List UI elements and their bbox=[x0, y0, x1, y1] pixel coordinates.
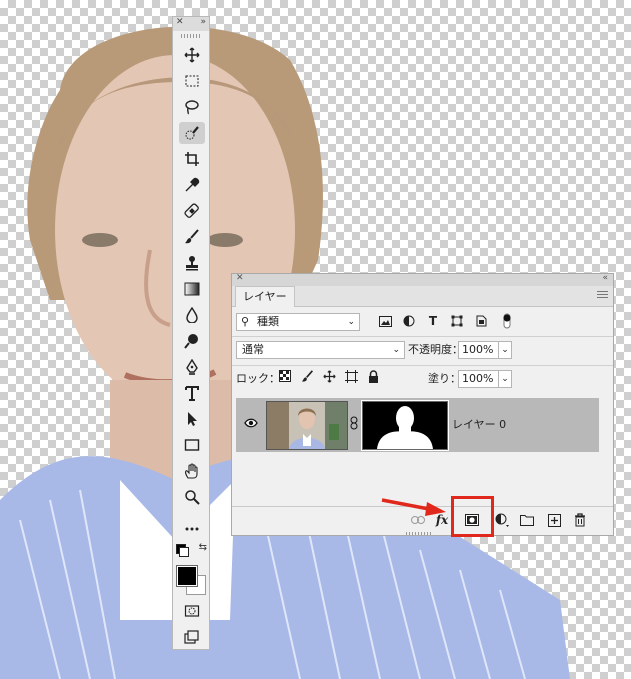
opacity-input[interactable]: 100% bbox=[458, 341, 500, 359]
close-icon[interactable]: ✕ bbox=[236, 273, 244, 283]
filter-row: ⚲ 種類 ⌄ T bbox=[232, 308, 613, 337]
filter-type-icon[interactable]: T bbox=[426, 314, 440, 328]
eyedropper-icon bbox=[185, 177, 200, 192]
clone-stamp-tool[interactable] bbox=[173, 250, 211, 276]
opacity-label: 不透明度： bbox=[408, 343, 463, 356]
filter-shape-icon[interactable] bbox=[450, 314, 464, 328]
new-layer-icon[interactable] bbox=[546, 512, 562, 528]
type-tool[interactable] bbox=[173, 380, 211, 406]
new-group-icon[interactable] bbox=[519, 512, 535, 528]
quick-mask-button[interactable] bbox=[173, 598, 211, 624]
quick-selection-tool[interactable] bbox=[173, 120, 211, 146]
gradient-tool[interactable] bbox=[173, 276, 211, 302]
hand-icon bbox=[185, 463, 198, 479]
adjustment-layer-icon[interactable] bbox=[494, 512, 510, 528]
filter-adjustment-icon[interactable] bbox=[402, 314, 416, 328]
layers-panel: ✕ « レイヤー ⚲ 種類 ⌄ T 通常 ⌄ 不透明度： 100% ⌄ ロック：… bbox=[231, 273, 614, 536]
panel-menu-icon[interactable] bbox=[597, 291, 608, 300]
layers-panel-header: ✕ « bbox=[232, 273, 613, 286]
chevron-down-icon: ⌄ bbox=[347, 317, 355, 327]
clone-stamp-icon bbox=[186, 256, 198, 271]
move-tool[interactable] bbox=[173, 42, 211, 68]
blend-row: 通常 ⌄ 不透明度： 100% ⌄ bbox=[232, 337, 613, 366]
lock-artboard-icon[interactable] bbox=[344, 369, 358, 383]
brush-tool[interactable] bbox=[173, 224, 211, 250]
blend-mode-select[interactable]: 通常 ⌄ bbox=[236, 341, 405, 359]
healing-brush-tool[interactable] bbox=[173, 198, 211, 224]
delete-layer-icon[interactable] bbox=[572, 512, 588, 528]
search-icon: ⚲ bbox=[241, 315, 250, 328]
path-selection-tool[interactable] bbox=[173, 406, 211, 432]
more-tools-icon bbox=[185, 527, 199, 531]
chevron-down-icon: ⌄ bbox=[392, 345, 400, 355]
fill-label: 塗り： bbox=[428, 372, 461, 385]
layer-mask-thumbnail[interactable] bbox=[361, 400, 449, 451]
eyedropper-tool[interactable] bbox=[173, 172, 211, 198]
zoom-icon bbox=[185, 490, 200, 505]
expand-icon[interactable]: » bbox=[200, 17, 206, 27]
tools-panel: ✕ » ⇆ bbox=[172, 16, 210, 650]
gradient-icon bbox=[184, 282, 200, 296]
lock-all-icon[interactable] bbox=[366, 369, 380, 383]
screen-mode-button[interactable] bbox=[173, 624, 211, 650]
fill-input[interactable]: 100% bbox=[458, 370, 500, 388]
move-icon bbox=[184, 47, 200, 63]
layer-row[interactable]: レイヤー 0 bbox=[236, 398, 599, 452]
lock-position-icon[interactable] bbox=[322, 369, 336, 383]
rectangle-tool[interactable] bbox=[173, 432, 211, 458]
lock-transparent-icon[interactable] bbox=[278, 369, 292, 383]
foreground-color-swatch[interactable] bbox=[176, 565, 198, 587]
pen-tool[interactable] bbox=[173, 354, 211, 380]
filter-pixel-icon[interactable] bbox=[378, 314, 392, 328]
lock-row: ロック： 塗り： 100% ⌄ bbox=[232, 366, 613, 394]
quick-selection-icon bbox=[185, 126, 199, 140]
filter-type-select[interactable]: ⚲ 種類 ⌄ bbox=[236, 313, 360, 331]
fill-dropdown[interactable]: ⌄ bbox=[498, 370, 512, 388]
lock-pixels-icon[interactable] bbox=[300, 369, 314, 383]
healing-brush-icon bbox=[184, 203, 199, 218]
dodge-icon bbox=[184, 334, 198, 349]
marquee-icon bbox=[185, 75, 199, 87]
blur-icon bbox=[186, 307, 198, 323]
dodge-tool[interactable] bbox=[173, 328, 211, 354]
hand-tool[interactable] bbox=[173, 458, 211, 484]
close-icon[interactable]: ✕ bbox=[176, 17, 184, 27]
screen-mode-icon bbox=[184, 630, 199, 644]
panel-resize-handle[interactable] bbox=[234, 532, 613, 535]
tab-layers[interactable]: レイヤー bbox=[235, 286, 295, 307]
lock-label: ロック： bbox=[236, 372, 280, 385]
blur-tool[interactable] bbox=[173, 302, 211, 328]
link-icon[interactable] bbox=[350, 416, 358, 433]
eye-icon[interactable] bbox=[244, 418, 258, 431]
collapse-icon[interactable]: « bbox=[602, 273, 608, 283]
lasso-icon bbox=[185, 100, 199, 115]
path-selection-icon bbox=[188, 412, 197, 426]
tools-panel-header: ✕ » bbox=[173, 17, 209, 31]
brush-icon bbox=[185, 229, 199, 244]
pen-icon bbox=[186, 359, 198, 375]
crop-tool[interactable] bbox=[173, 146, 211, 172]
marquee-tool[interactable] bbox=[173, 68, 211, 94]
lasso-tool[interactable] bbox=[173, 94, 211, 120]
opacity-dropdown[interactable]: ⌄ bbox=[498, 341, 512, 359]
zoom-tool[interactable] bbox=[173, 484, 211, 510]
rectangle-icon bbox=[184, 439, 200, 451]
layer-name[interactable]: レイヤー 0 bbox=[452, 416, 506, 432]
annotation-arrow bbox=[381, 498, 446, 516]
filter-toggle-icon[interactable] bbox=[500, 313, 514, 329]
crop-icon bbox=[185, 152, 199, 166]
color-swatches: ⇆ bbox=[173, 542, 211, 598]
quick-mask-icon bbox=[184, 605, 200, 617]
drag-handle[interactable] bbox=[181, 34, 201, 38]
swap-colors-icon[interactable]: ⇆ bbox=[199, 542, 207, 553]
annotation-highlight-box bbox=[451, 496, 494, 537]
more-tools-button[interactable] bbox=[173, 516, 211, 542]
filter-smart-object-icon[interactable] bbox=[474, 314, 488, 328]
type-icon bbox=[185, 386, 199, 401]
layer-thumbnail[interactable] bbox=[266, 401, 348, 450]
